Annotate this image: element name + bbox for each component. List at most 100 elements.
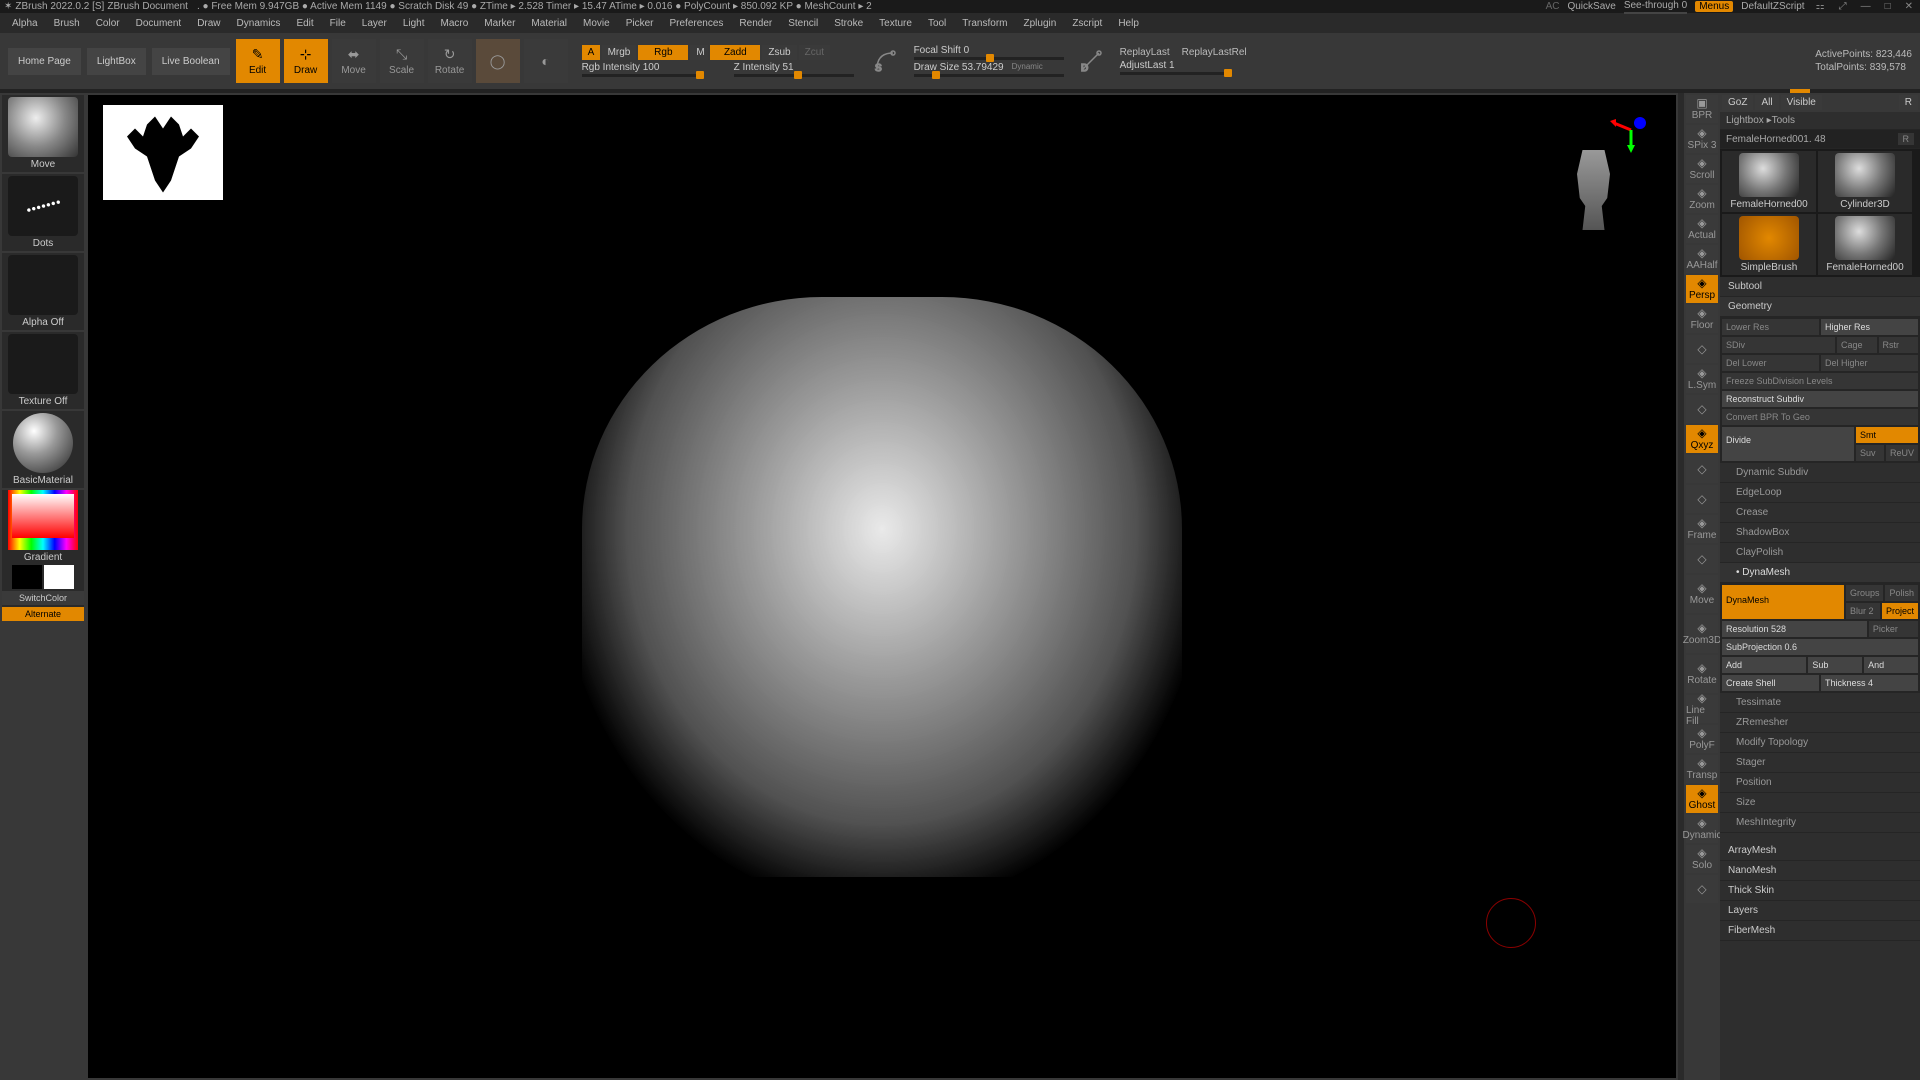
zsub-button[interactable]: Zsub xyxy=(762,45,796,60)
window-config-icon[interactable]: ⚏ xyxy=(1813,1,1828,12)
subtool-section[interactable]: Subtool xyxy=(1720,277,1920,297)
rotate-mode-button[interactable]: ↻Rotate xyxy=(428,39,472,83)
m-button[interactable]: M xyxy=(690,45,708,60)
tool-item-2[interactable]: SimpleBrush xyxy=(1722,214,1816,275)
section-meshintegrity[interactable]: MeshIntegrity xyxy=(1720,813,1920,833)
menu-zscript[interactable]: Zscript xyxy=(1064,16,1110,31)
rside-floor[interactable]: ◈Floor xyxy=(1686,305,1718,333)
menu-draw[interactable]: Draw xyxy=(189,16,228,31)
dynamesh-button[interactable]: DynaMesh xyxy=(1722,585,1844,619)
rgb-intensity-slider[interactable]: Rgb Intensity 100 xyxy=(582,62,702,77)
del-lower-button[interactable]: Del Lower xyxy=(1722,355,1819,371)
rside-scroll[interactable]: ◈Scroll xyxy=(1686,155,1718,183)
focal-shift-slider[interactable]: Focal Shift 0 xyxy=(914,45,1064,60)
rside-qxyz[interactable]: ◈Qxyz xyxy=(1686,425,1718,453)
freeze-subdiv-button[interactable]: Freeze SubDivision Levels xyxy=(1722,373,1918,389)
s-curve-icon[interactable]: S xyxy=(870,41,900,81)
polish-button[interactable]: Polish xyxy=(1885,585,1918,601)
adjust-last-slider[interactable]: AdjustLast 1 xyxy=(1120,60,1247,75)
a-button[interactable]: A xyxy=(582,45,600,60)
picker-button[interactable]: Picker xyxy=(1869,621,1918,637)
sculptris-button[interactable]: ◐ xyxy=(524,39,568,83)
replay-last-rel-button[interactable]: ReplayLastRel xyxy=(1182,47,1247,58)
window-min-icon[interactable]: — xyxy=(1858,1,1874,12)
quicksave-button[interactable]: QuickSave xyxy=(1567,1,1615,12)
section-position[interactable]: Position xyxy=(1720,773,1920,793)
rside-aahalf[interactable]: ◈AAHalf xyxy=(1686,245,1718,273)
lower-res-button[interactable]: Lower Res xyxy=(1722,319,1819,335)
rside-zoom[interactable]: ◈Zoom xyxy=(1686,185,1718,213)
suv-button[interactable]: Suv xyxy=(1856,445,1884,461)
axis-gizmo[interactable] xyxy=(1606,105,1656,155)
blur-slider[interactable]: Blur 2 xyxy=(1846,603,1880,619)
tool-item-1[interactable]: Cylinder3D xyxy=(1818,151,1912,212)
menu-file[interactable]: File xyxy=(322,16,354,31)
crease-section[interactable]: Crease xyxy=(1720,503,1920,523)
rside-transp[interactable]: ◈Transp xyxy=(1686,755,1718,783)
menus-toggle[interactable]: Menus xyxy=(1695,1,1733,12)
rside-dynamic[interactable]: ◈Dynamic xyxy=(1686,815,1718,843)
rside-actual[interactable]: ◈Actual xyxy=(1686,215,1718,243)
default-zscript[interactable]: DefaultZScript xyxy=(1741,1,1804,12)
section-modify-topology[interactable]: Modify Topology xyxy=(1720,733,1920,753)
section-zremesher[interactable]: ZRemesher xyxy=(1720,713,1920,733)
rside-zoom3d[interactable]: ◈Zoom3D xyxy=(1686,615,1718,653)
goz-button[interactable]: GoZ xyxy=(1722,95,1753,110)
menu-layer[interactable]: Layer xyxy=(354,16,395,31)
silhouette-thumbnail[interactable] xyxy=(103,105,223,200)
rside-ghost[interactable]: ◈Ghost xyxy=(1686,785,1718,813)
menu-zplugin[interactable]: Zplugin xyxy=(1016,16,1065,31)
rside-spix3[interactable]: ◈SPix 3 xyxy=(1686,125,1718,153)
sub-button[interactable]: Sub xyxy=(1808,657,1862,673)
menu-document[interactable]: Document xyxy=(128,16,190,31)
rside-lsym[interactable]: ◈L.Sym xyxy=(1686,365,1718,393)
rside-btn8[interactable]: ◇ xyxy=(1686,335,1718,363)
rside-btn12[interactable]: ◇ xyxy=(1686,455,1718,483)
rside-frame[interactable]: ◈Frame xyxy=(1686,515,1718,543)
alternate-button[interactable]: Alternate xyxy=(2,607,84,621)
menu-render[interactable]: Render xyxy=(731,16,780,31)
z-intensity-slider[interactable]: Z Intensity 51 xyxy=(734,62,854,77)
menu-marker[interactable]: Marker xyxy=(476,16,523,31)
rside-btn10[interactable]: ◇ xyxy=(1686,395,1718,423)
edit-mode-button[interactable]: ✎Edit xyxy=(236,39,280,83)
dynamic-subdiv-section[interactable]: Dynamic Subdiv xyxy=(1720,463,1920,483)
timeline-marker[interactable] xyxy=(1790,89,1810,93)
replay-last-button[interactable]: ReplayLast xyxy=(1120,47,1170,58)
create-shell-button[interactable]: Create Shell xyxy=(1722,675,1819,691)
menu-macro[interactable]: Macro xyxy=(433,16,477,31)
window-max-icon[interactable]: □ xyxy=(1882,1,1894,12)
del-higher-button[interactable]: Del Higher xyxy=(1821,355,1918,371)
section-fibermesh[interactable]: FiberMesh xyxy=(1720,921,1920,941)
subprojection-slider[interactable]: SubProjection 0.6 xyxy=(1722,639,1918,655)
lightbox-tools-row[interactable]: Lightbox ▸Tools xyxy=(1720,112,1920,130)
add-button[interactable]: Add xyxy=(1722,657,1806,673)
section-size[interactable]: Size xyxy=(1720,793,1920,813)
rside-btn13[interactable]: ◇ xyxy=(1686,485,1718,513)
camera-head-icon[interactable] xyxy=(1566,150,1621,230)
section-arraymesh[interactable]: ArrayMesh xyxy=(1720,841,1920,861)
switch-color-button[interactable]: SwitchColor xyxy=(2,591,84,605)
menu-edit[interactable]: Edit xyxy=(288,16,321,31)
menu-picker[interactable]: Picker xyxy=(618,16,662,31)
section-nanomesh[interactable]: NanoMesh xyxy=(1720,861,1920,881)
menu-texture[interactable]: Texture xyxy=(871,16,920,31)
window-restore-icon[interactable]: ⤢ xyxy=(1836,1,1850,12)
claypolish-section[interactable]: ClayPolish xyxy=(1720,543,1920,563)
menu-stroke[interactable]: Stroke xyxy=(826,16,871,31)
divide-button[interactable]: Divide xyxy=(1722,427,1854,461)
rside-btn15[interactable]: ◇ xyxy=(1686,545,1718,573)
texture-selector[interactable]: Texture Off xyxy=(2,332,84,409)
swatch-black[interactable] xyxy=(12,565,42,589)
rside-solo[interactable]: ◈Solo xyxy=(1686,845,1718,873)
rstr-button[interactable]: Rstr xyxy=(1879,337,1919,353)
goz-r-button[interactable]: R xyxy=(1899,95,1918,110)
rside-polyf[interactable]: ◈PolyF xyxy=(1686,725,1718,753)
reconstruct-subdiv-button[interactable]: Reconstruct Subdiv xyxy=(1722,391,1918,407)
color-picker[interactable]: Gradient SwitchColor Alternate xyxy=(2,490,84,621)
menu-stencil[interactable]: Stencil xyxy=(780,16,826,31)
smt-button[interactable]: Smt xyxy=(1856,427,1918,443)
menu-light[interactable]: Light xyxy=(395,16,433,31)
menu-alpha[interactable]: Alpha xyxy=(4,16,46,31)
menu-color[interactable]: Color xyxy=(88,16,128,31)
